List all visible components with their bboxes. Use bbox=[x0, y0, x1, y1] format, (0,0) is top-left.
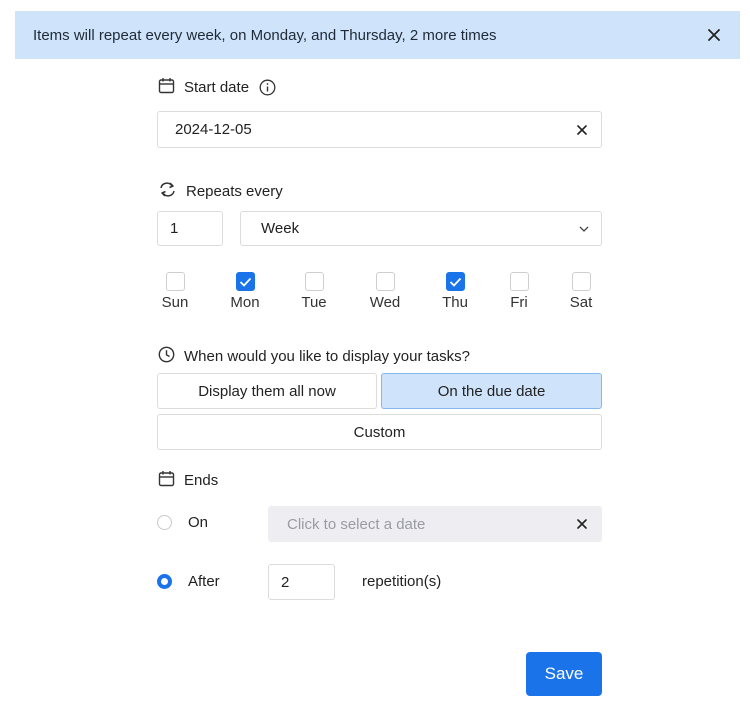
ends-after-radio[interactable] bbox=[157, 574, 172, 589]
custom-label: Custom bbox=[353, 423, 406, 441]
repetition-count-value: 2 bbox=[281, 573, 290, 591]
ends-heading: Ends bbox=[158, 470, 218, 491]
day-sun[interactable]: Sun bbox=[157, 272, 193, 311]
start-date-input[interactable]: 2024-12-05 bbox=[157, 111, 602, 148]
day-mon-checkbox[interactable] bbox=[235, 272, 255, 291]
repeat-unit-value: Week bbox=[261, 220, 300, 237]
close-icon[interactable] bbox=[702, 23, 726, 47]
start-date-value: 2024-12-05 bbox=[175, 121, 252, 138]
day-tue-label: Tue bbox=[301, 294, 327, 311]
ends-label: Ends bbox=[184, 472, 219, 489]
start-date-heading: Start date bbox=[158, 77, 285, 98]
start-date-label: Start date bbox=[184, 79, 250, 96]
on-due-date-button[interactable]: On the due date bbox=[381, 373, 602, 409]
interval-value: 1 bbox=[170, 220, 179, 237]
clock-icon bbox=[158, 346, 184, 367]
display-question: When would you like to display your task… bbox=[184, 348, 470, 365]
check-icon bbox=[449, 277, 461, 287]
day-mon-label: Mon bbox=[230, 294, 260, 311]
end-date-input[interactable]: Click to select a date bbox=[268, 506, 602, 542]
repetitions-suffix: repetition(s) bbox=[362, 573, 442, 590]
day-tue-checkbox[interactable] bbox=[304, 272, 324, 291]
repeat-unit-select[interactable]: Week bbox=[240, 211, 602, 246]
day-fri[interactable]: Fri bbox=[501, 272, 537, 311]
end-date-placeholder: Click to select a date bbox=[287, 515, 426, 533]
day-sat[interactable]: Sat bbox=[563, 272, 599, 311]
display-heading: When would you like to display your task… bbox=[158, 346, 470, 367]
check-icon bbox=[239, 277, 251, 287]
display-all-now-label: Display them all now bbox=[198, 382, 336, 400]
day-fri-label: Fri bbox=[510, 294, 528, 311]
clear-date-icon[interactable] bbox=[575, 123, 589, 137]
day-thu[interactable]: Thu bbox=[437, 272, 473, 311]
repeats-heading: Repeats every bbox=[158, 181, 283, 202]
repeat-icon bbox=[158, 181, 186, 202]
day-thu-label: Thu bbox=[442, 294, 468, 311]
day-tue[interactable]: Tue bbox=[296, 272, 332, 311]
chevron-down-icon bbox=[579, 226, 589, 232]
clear-end-date-icon[interactable] bbox=[575, 517, 589, 531]
info-icon[interactable] bbox=[259, 79, 285, 96]
custom-button[interactable]: Custom bbox=[157, 414, 602, 450]
day-sat-checkbox[interactable] bbox=[571, 272, 591, 291]
display-all-now-button[interactable]: Display them all now bbox=[157, 373, 377, 409]
calendar-icon bbox=[158, 470, 184, 491]
banner-text: Items will repeat every week, on Monday,… bbox=[33, 26, 497, 44]
day-mon[interactable]: Mon bbox=[227, 272, 263, 311]
day-thu-checkbox[interactable] bbox=[445, 272, 465, 291]
day-sun-label: Sun bbox=[161, 294, 189, 311]
calendar-icon bbox=[158, 77, 184, 98]
repetition-count-input[interactable]: 2 bbox=[268, 564, 335, 600]
info-banner: Items will repeat every week, on Monday,… bbox=[15, 11, 740, 59]
ends-on-radio[interactable] bbox=[157, 515, 172, 530]
save-label: Save bbox=[544, 664, 584, 683]
repeats-label: Repeats every bbox=[186, 183, 283, 200]
ends-on-label: On bbox=[188, 514, 209, 531]
day-sun-checkbox[interactable] bbox=[165, 272, 185, 291]
day-sat-label: Sat bbox=[569, 294, 593, 311]
day-wed-label: Wed bbox=[369, 294, 401, 311]
ends-after-label: After bbox=[188, 573, 220, 590]
day-wed-checkbox[interactable] bbox=[375, 272, 395, 291]
save-button[interactable]: Save bbox=[526, 652, 602, 696]
day-wed[interactable]: Wed bbox=[367, 272, 403, 311]
day-fri-checkbox[interactable] bbox=[509, 272, 529, 291]
on-due-date-label: On the due date bbox=[437, 382, 546, 400]
interval-input[interactable]: 1 bbox=[157, 211, 223, 246]
